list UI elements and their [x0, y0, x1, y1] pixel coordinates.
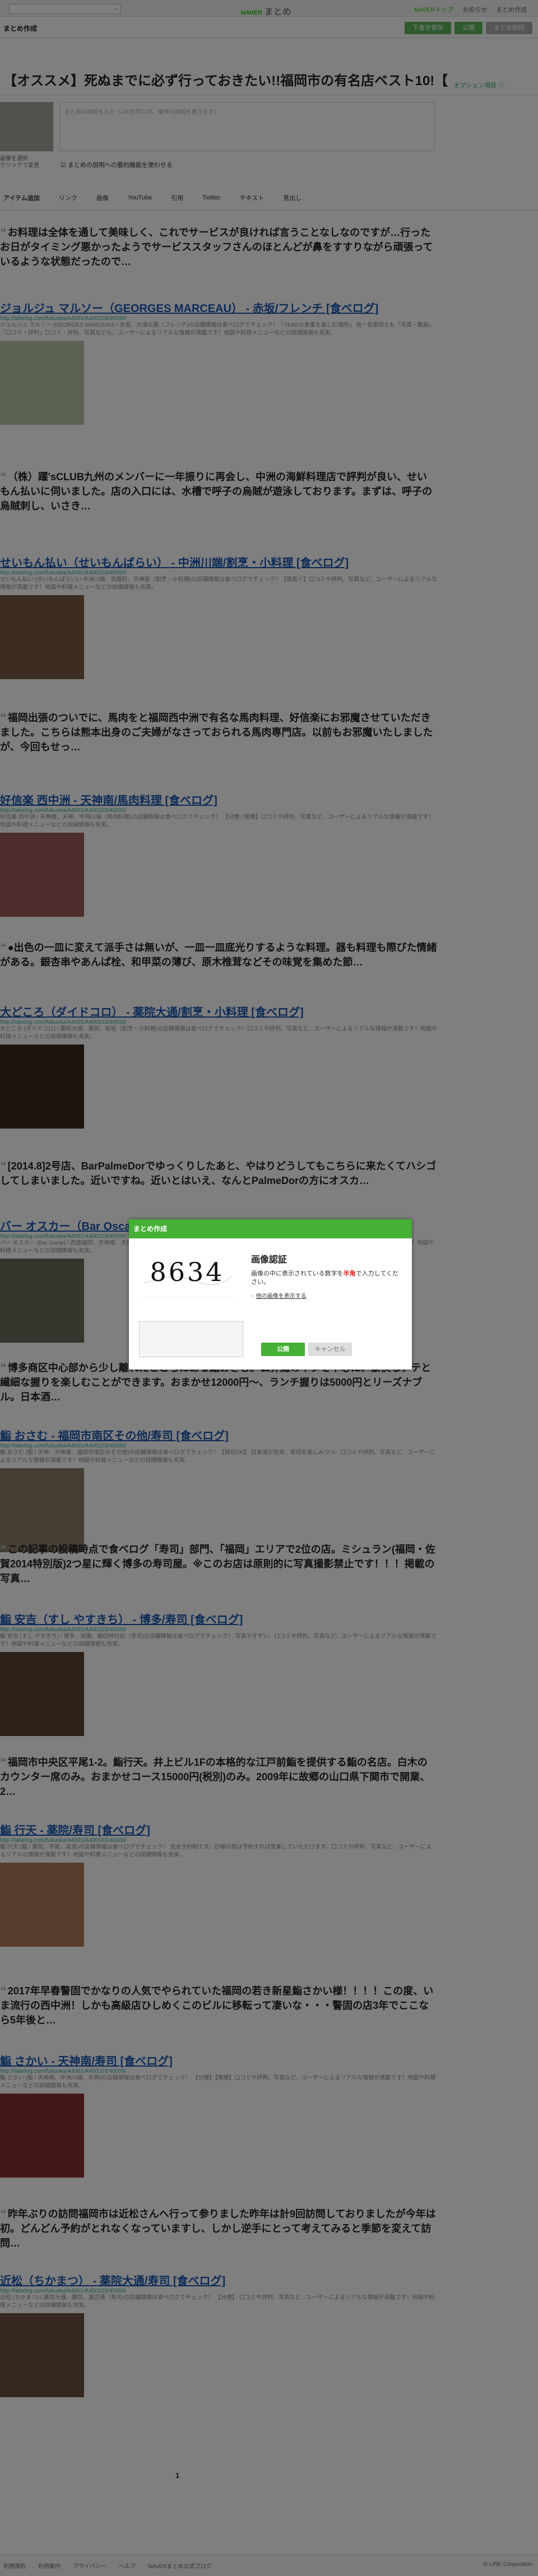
cancel-button[interactable]: キャンセル	[308, 1343, 352, 1356]
dialog-header: まとめ作成	[129, 1219, 412, 1238]
captcha-text: 8634	[150, 1257, 224, 1287]
captcha-dialog: まとめ作成 8634 画像認証 画像の中に表示されている数字を半角で入力してくだ…	[129, 1219, 412, 1370]
publish-confirm-button[interactable]: 公開	[261, 1343, 305, 1356]
captcha-heading: 画像認証	[251, 1255, 287, 1265]
captcha-image: 8634	[139, 1244, 235, 1298]
captcha-instruction: 画像の中に表示されている数字を半角で入力してください。	[251, 1270, 399, 1285]
captcha-answer-input[interactable]	[139, 1321, 243, 1357]
captcha-graphic: 8634	[144, 1257, 232, 1287]
dialog-buttons: 公開 キャンセル	[261, 1343, 352, 1356]
captcha-instructions: 画像認証 画像の中に表示されている数字を半角で入力してください。 ◌ 他の画像を…	[251, 1252, 402, 1299]
refresh-icon: ◌	[251, 1293, 254, 1299]
other-image-link[interactable]: ◌ 他の画像を表示する	[251, 1291, 402, 1299]
